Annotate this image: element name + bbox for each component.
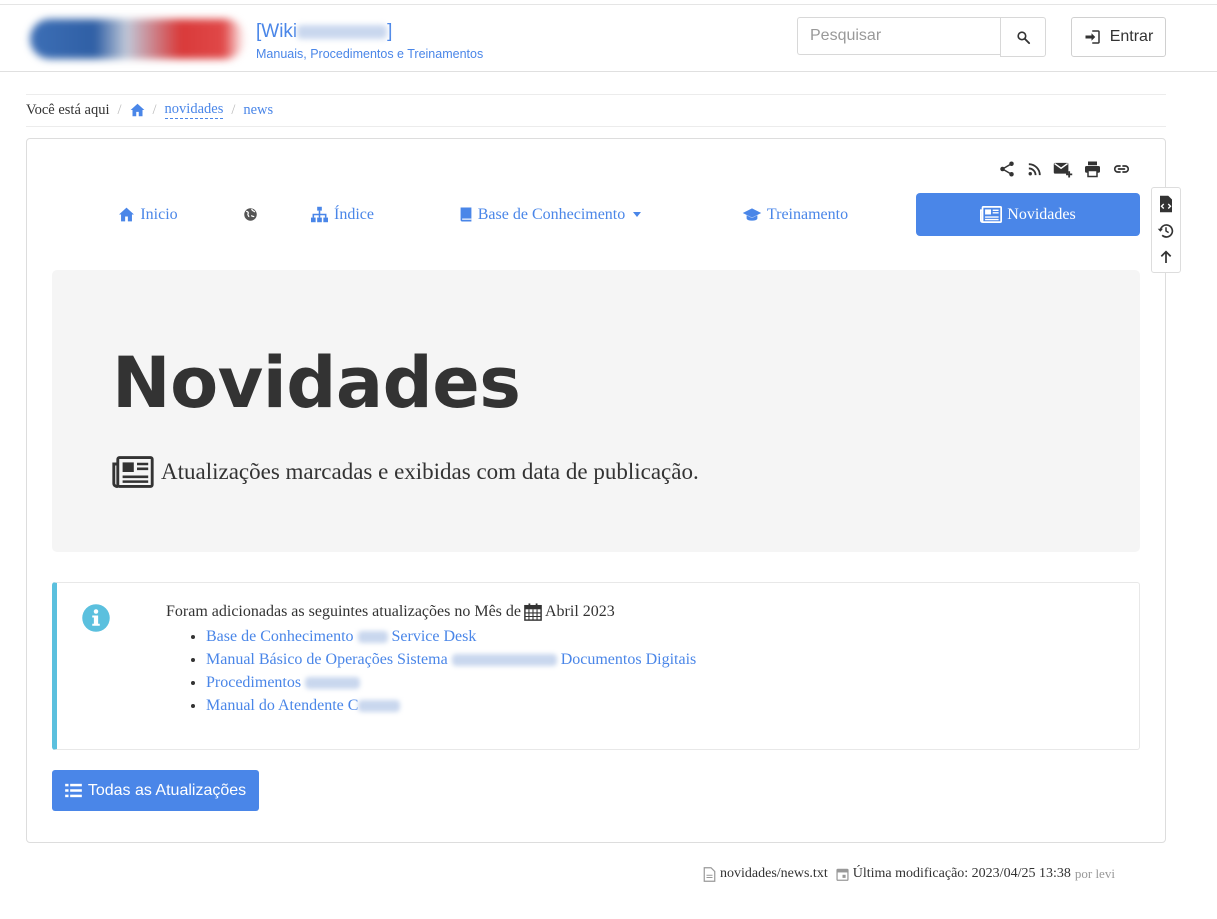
print-icon[interactable] (1083, 160, 1102, 178)
breadcrumb-news[interactable]: news (243, 102, 273, 119)
newspaper-icon (980, 206, 1003, 223)
site-logo[interactable] (30, 19, 245, 59)
nav-globe[interactable] (232, 193, 268, 236)
updates-list: Base de Conhecimento Service Desk Manual… (166, 625, 696, 717)
jumbotron-lead-text: Atualizações marcadas e exibidas com dat… (161, 459, 699, 484)
search-input[interactable] (797, 17, 1000, 55)
all-updates-label: Todas as Atualizações (87, 781, 247, 799)
footer-author: por levi (1074, 866, 1115, 881)
info-circle-icon (82, 604, 110, 632)
nav-novidades[interactable]: Novidades (916, 193, 1140, 236)
site-title-suffix[interactable]: ] (387, 21, 392, 42)
link-icon[interactable] (1112, 160, 1131, 178)
search-icon (1016, 30, 1030, 44)
jumbotron: Novidades Atualizações marcadas e exibid… (52, 270, 1140, 552)
breadcrumb-top-divider (26, 94, 1166, 95)
info-intro: Foram adicionadas as seguintes atualizaç… (166, 603, 615, 621)
breadcrumb-intro: Você está aqui (26, 101, 110, 118)
page-tools (998, 160, 1131, 178)
page-title: Novidades (112, 342, 521, 424)
login-label: Entrar (1109, 28, 1154, 45)
globe-icon (243, 208, 257, 221)
login-button[interactable]: Entrar (1071, 17, 1166, 57)
nav-base-de-conhecimento-label: Base de Conhecimento (477, 205, 626, 223)
breadcrumb: Você está aqui / / novidades / news (26, 101, 273, 119)
history-icon[interactable] (1157, 222, 1175, 240)
list-icon (64, 783, 82, 798)
nav-novidades-label: Novidades (1007, 205, 1076, 223)
breadcrumb-bottom-divider (26, 126, 1166, 127)
page-side-toolbar (1151, 187, 1181, 273)
home-icon (119, 207, 135, 222)
nav-inicio[interactable]: Inicio (100, 193, 196, 236)
site-title-text[interactable]: [Wiki (256, 21, 297, 42)
info-intro-text: Foram adicionadas as seguintes atualizaç… (166, 603, 521, 620)
breadcrumb-separator: / (117, 101, 122, 118)
home-icon[interactable] (130, 103, 145, 117)
info-month: Abril 2023 (545, 603, 615, 620)
sitemap-icon (311, 206, 328, 223)
login-icon (1085, 30, 1100, 44)
list-item: Manual Básico de Operações Sistema Docum… (206, 648, 696, 671)
breadcrumb-separator: / (152, 101, 157, 118)
mail-add-icon[interactable] (1053, 160, 1073, 178)
file-icon (703, 866, 716, 882)
footer-file-path: novidades/news.txt (720, 866, 828, 881)
info-callout: Foram adicionadas as seguintes atualizaç… (52, 582, 1140, 750)
jumbotron-lead: Atualizações marcadas e exibidas com dat… (111, 456, 699, 488)
site-header: [Wiki] Manuais, Procedimentos e Treiname… (0, 5, 1217, 72)
breadcrumb-separator: / (231, 101, 236, 118)
list-item: Manual do Atendente C (206, 694, 696, 717)
share-icon[interactable] (998, 160, 1016, 178)
nav-treinamento[interactable]: Treinamento (722, 193, 868, 236)
search-button[interactable] (1000, 17, 1046, 57)
update-link-manual-atendente[interactable]: Manual do Atendente C (206, 697, 401, 714)
site-title[interactable]: [Wiki] (256, 21, 392, 43)
nav-treinamento-label: Treinamento (766, 205, 849, 223)
nav-base-de-conhecimento[interactable]: Base de Conhecimento (440, 193, 660, 236)
calendar-icon (836, 868, 849, 881)
site-subtitle[interactable]: Manuais, Procedimentos e Treinamentos (256, 47, 483, 61)
page-footer-info: novidades/news.txt Última modificação: 2… (703, 866, 1115, 882)
list-item: Procedimentos (206, 671, 696, 694)
back-to-top-icon[interactable] (1158, 249, 1174, 265)
redacted-title-blur (297, 24, 388, 39)
newspaper-icon (112, 456, 154, 488)
book-icon (460, 207, 472, 222)
rss-icon[interactable] (1026, 161, 1043, 178)
chevron-down-icon (633, 212, 642, 217)
update-link-procedimentos[interactable]: Procedimentos (206, 674, 361, 691)
update-link-base-conhecimento[interactable]: Base de Conhecimento Service Desk (206, 628, 476, 645)
all-updates-button[interactable]: Todas as Atualizações (52, 770, 259, 811)
calendar-icon (524, 603, 542, 621)
source-file-icon[interactable] (1158, 195, 1174, 213)
nav-inicio-label: Inicio (140, 205, 178, 223)
breadcrumb-novidades[interactable]: novidades (164, 101, 224, 119)
nav-indice[interactable]: Índice (300, 193, 384, 236)
update-link-manual-basico[interactable]: Manual Básico de Operações Sistema Docum… (206, 651, 696, 668)
nav-indice-label: Índice (334, 205, 374, 223)
list-item: Base de Conhecimento Service Desk (206, 625, 696, 648)
footer-last-modified: Última modificação: 2023/04/25 13:38 (852, 866, 1071, 881)
graduation-cap-icon (742, 208, 762, 221)
